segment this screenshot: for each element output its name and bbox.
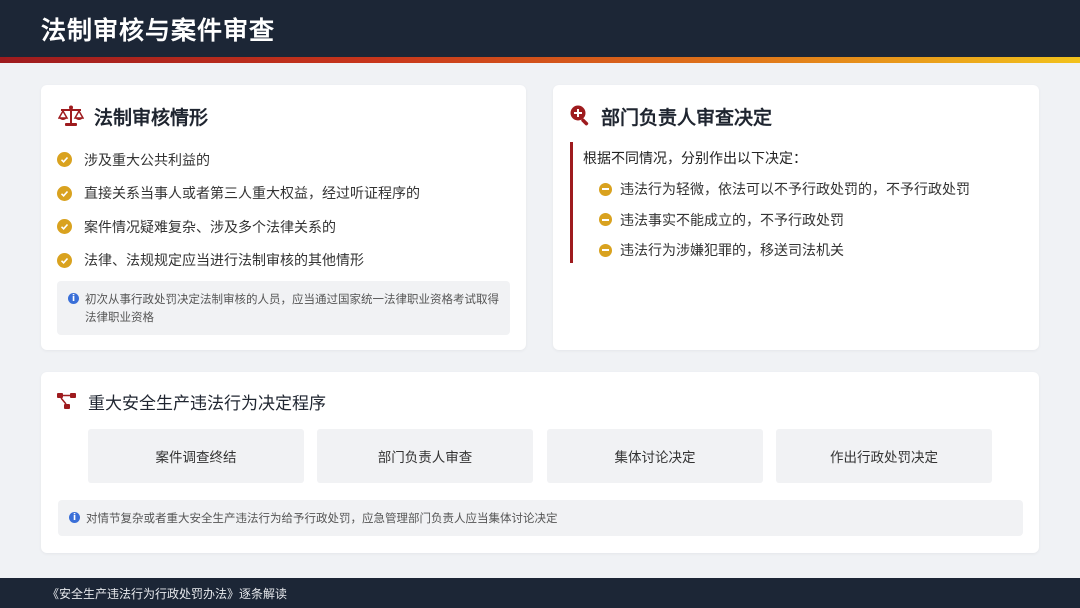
review-note: i 初次从事行政处罚决定法制审核的人员，应当通过国家统一法律职业资格考试取得法律… xyxy=(57,281,510,335)
list-item-text: 违法行为涉嫌犯罪的，移送司法机关 xyxy=(620,243,844,260)
footer-text: 《安全生产违法行为行政处罚办法》逐条解读 xyxy=(47,587,288,601)
procedure-note: i 对情节复杂或者重大安全生产违法行为给予行政处罚，应急管理部门负责人应当集体讨… xyxy=(58,500,1023,536)
step-box: 作出行政处罚决定 xyxy=(776,429,992,483)
page-title: 法制审核与案件审查 xyxy=(41,16,276,45)
header-accent-bar xyxy=(0,57,1080,63)
decision-box: 根据不同情况，分别作出以下决定： 违法行为轻微，依法可以不予行政处罚的，不予行政… xyxy=(570,142,1013,263)
list-item-text: 违法事实不能成立的，不予行政处罚 xyxy=(620,212,844,229)
decision-intro: 根据不同情况，分别作出以下决定： xyxy=(583,151,807,167)
minus-circle-icon xyxy=(599,213,612,227)
decision-card-title: 部门负责人审查决定 xyxy=(601,107,773,129)
list-item: 案件情况疑难复杂、涉及多个法律关系的 xyxy=(57,210,420,244)
flow-icon xyxy=(56,391,78,411)
check-circle-icon xyxy=(57,152,72,168)
procedure-card-title: 重大安全生产违法行为决定程序 xyxy=(88,394,326,414)
info-icon: i xyxy=(69,512,80,523)
list-item-text: 直接关系当事人或者第三人重大权益，经过听证程序的 xyxy=(84,186,420,203)
search-plus-icon xyxy=(568,103,592,127)
list-item-text: 法律、法规规定应当进行法制审核的其他情形 xyxy=(84,253,364,270)
review-note-text: 初次从事行政处罚决定法制审核的人员，应当通过国家统一法律职业资格考试取得法律职业… xyxy=(85,292,499,324)
decision-card: 部门负责人审查决定 根据不同情况，分别作出以下决定： 违法行为轻微，依法可以不予… xyxy=(553,85,1039,350)
list-item: 违法事实不能成立的，不予行政处罚 xyxy=(599,205,970,236)
header: 法制审核与案件审查 xyxy=(0,0,1080,57)
check-circle-icon xyxy=(57,185,72,201)
step-box: 案件调查终结 xyxy=(88,429,304,483)
list-item: 违法行为轻微，依法可以不予行政处罚的，不予行政处罚 xyxy=(599,174,970,205)
minus-circle-icon xyxy=(599,182,612,196)
procedure-steps: 案件调查终结 部门负责人审查 集体讨论决定 作出行政处罚决定 xyxy=(88,429,992,483)
step-box: 部门负责人审查 xyxy=(317,429,533,483)
list-item-text: 案件情况疑难复杂、涉及多个法律关系的 xyxy=(84,219,336,236)
step-box: 集体讨论决定 xyxy=(547,429,763,483)
footer: 《安全生产违法行为行政处罚办法》逐条解读 xyxy=(0,578,1080,608)
list-item: 法律、法规规定应当进行法制审核的其他情形 xyxy=(57,244,420,278)
list-item: 涉及重大公共利益的 xyxy=(57,143,420,177)
info-icon: i xyxy=(68,293,79,304)
list-item-text: 违法行为轻微，依法可以不予行政处罚的，不予行政处罚 xyxy=(620,182,970,199)
check-circle-icon xyxy=(57,219,72,235)
minus-circle-icon xyxy=(599,243,612,257)
check-circle-icon xyxy=(57,252,72,268)
list-item: 违法行为涉嫌犯罪的，移送司法机关 xyxy=(599,235,970,266)
scale-icon xyxy=(57,105,85,127)
list-item: 直接关系当事人或者第三人重大权益，经过听证程序的 xyxy=(57,177,420,211)
review-card-title: 法制审核情形 xyxy=(94,107,209,129)
review-card: 法制审核情形 涉及重大公共利益的 直接关系当事人或者第三人重大权益，经过听证程序… xyxy=(41,85,526,350)
procedure-card: 重大安全生产违法行为决定程序 案件调查终结 部门负责人审查 集体讨论决定 作出行… xyxy=(41,372,1039,553)
review-list: 涉及重大公共利益的 直接关系当事人或者第三人重大权益，经过听证程序的 案件情况疑… xyxy=(57,143,420,277)
list-item-text: 涉及重大公共利益的 xyxy=(84,152,210,169)
procedure-note-text: 对情节复杂或者重大安全生产违法行为给予行政处罚，应急管理部门负责人应当集体讨论决… xyxy=(86,511,558,525)
decision-list: 违法行为轻微，依法可以不予行政处罚的，不予行政处罚 违法事实不能成立的，不予行政… xyxy=(599,174,970,266)
